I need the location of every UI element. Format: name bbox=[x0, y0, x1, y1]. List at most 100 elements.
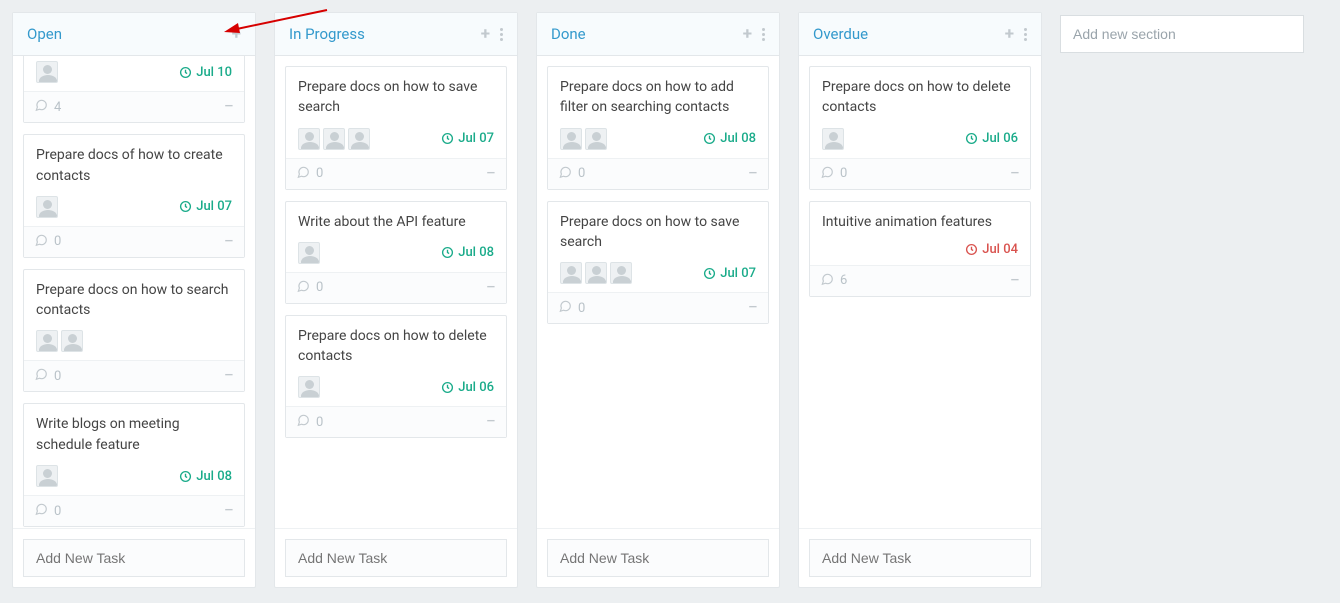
comment-icon[interactable] bbox=[820, 272, 834, 290]
card-title: Prepare docs of how to create contacts bbox=[24, 135, 244, 192]
avatar[interactable] bbox=[560, 262, 582, 284]
comment-icon[interactable] bbox=[296, 165, 310, 183]
add-card-icon[interactable]: + bbox=[743, 27, 752, 41]
column-body[interactable]: Prepare docs on how to delete contacts J… bbox=[799, 56, 1041, 528]
collapse-icon[interactable]: − bbox=[224, 237, 234, 247]
avatar[interactable] bbox=[585, 128, 607, 150]
card-title: Prepare docs on how to add filter on sea… bbox=[548, 67, 768, 124]
column-header: Overdue + bbox=[799, 13, 1041, 56]
card-footer: 0 − bbox=[810, 158, 1030, 189]
avatar[interactable] bbox=[298, 128, 320, 150]
column-menu-icon[interactable] bbox=[762, 28, 765, 41]
task-card[interactable]: Prepare docs on how to delete contacts J… bbox=[809, 66, 1031, 190]
collapse-icon[interactable]: − bbox=[1010, 169, 1020, 179]
avatar-group bbox=[560, 128, 610, 150]
column-header: In Progress + bbox=[275, 13, 517, 56]
comment-icon[interactable] bbox=[558, 299, 572, 317]
collapse-icon[interactable]: − bbox=[486, 417, 496, 427]
task-card[interactable]: Write blogs on meeting schedule feature … bbox=[23, 403, 245, 527]
avatar[interactable] bbox=[36, 196, 58, 218]
column-header: Open + bbox=[13, 13, 255, 56]
task-card[interactable]: Intuitive animation features Jul 04 6 − bbox=[809, 201, 1031, 297]
comment-icon[interactable] bbox=[820, 165, 834, 183]
add-task-input[interactable] bbox=[547, 539, 769, 577]
column-footer bbox=[799, 528, 1041, 587]
avatar[interactable] bbox=[585, 262, 607, 284]
avatar[interactable] bbox=[323, 128, 345, 150]
column-footer bbox=[537, 528, 779, 587]
add-card-icon[interactable]: + bbox=[232, 27, 241, 41]
kanban-column: Overdue + Prepare docs on how to delete … bbox=[798, 12, 1042, 588]
column-title[interactable]: In Progress bbox=[289, 25, 365, 43]
collapse-icon[interactable]: − bbox=[486, 283, 496, 293]
collapse-icon[interactable]: − bbox=[748, 169, 758, 179]
add-section-input[interactable] bbox=[1060, 15, 1304, 53]
collapse-icon[interactable]: − bbox=[224, 371, 234, 381]
task-card[interactable]: extension doc Jul 10 4 − bbox=[23, 56, 245, 123]
kanban-column: In Progress + Prepare docs on how to sav… bbox=[274, 12, 518, 588]
column-title[interactable]: Done bbox=[551, 25, 586, 43]
card-title: Write about the API feature bbox=[286, 202, 506, 238]
due-date: Jul 06 bbox=[965, 131, 1018, 146]
comment-icon[interactable] bbox=[296, 413, 310, 431]
add-task-input[interactable] bbox=[23, 539, 245, 577]
comment-icon[interactable] bbox=[558, 165, 572, 183]
column-footer bbox=[13, 528, 255, 587]
column-title[interactable]: Open bbox=[27, 25, 62, 43]
column-menu-icon[interactable] bbox=[1024, 28, 1027, 41]
collapse-icon[interactable]: − bbox=[224, 506, 234, 516]
card-meta: Jul 06 bbox=[286, 372, 506, 406]
collapse-icon[interactable]: − bbox=[224, 102, 234, 112]
task-card[interactable]: Prepare docs on how to save search Jul 0… bbox=[547, 201, 769, 325]
card-footer: 0 − bbox=[548, 158, 768, 189]
due-date: Jul 06 bbox=[441, 380, 494, 395]
column-footer bbox=[275, 528, 517, 587]
avatar[interactable] bbox=[298, 242, 320, 264]
card-meta: Jul 08 bbox=[548, 124, 768, 158]
avatar-group bbox=[298, 376, 323, 398]
avatar[interactable] bbox=[36, 61, 58, 83]
comment-icon[interactable] bbox=[34, 367, 48, 385]
column-body[interactable]: Prepare docs on how to add filter on sea… bbox=[537, 56, 779, 528]
comment-icon[interactable] bbox=[34, 98, 48, 116]
due-date: Jul 07 bbox=[179, 199, 232, 214]
card-meta bbox=[24, 326, 244, 360]
column-body[interactable]: extension doc Jul 10 4 − Prepare docs of… bbox=[13, 56, 255, 528]
avatar[interactable] bbox=[822, 128, 844, 150]
column-title[interactable]: Overdue bbox=[813, 25, 868, 43]
card-footer: 4 − bbox=[24, 91, 244, 122]
add-task-input[interactable] bbox=[285, 539, 507, 577]
collapse-icon[interactable]: − bbox=[486, 169, 496, 179]
avatar[interactable] bbox=[348, 128, 370, 150]
card-title: Prepare docs on how to save search bbox=[548, 202, 768, 259]
avatar[interactable] bbox=[36, 465, 58, 487]
column-menu-icon[interactable] bbox=[500, 28, 503, 41]
avatar[interactable] bbox=[36, 330, 58, 352]
task-card[interactable]: Prepare docs of how to create contacts J… bbox=[23, 134, 245, 258]
avatar[interactable] bbox=[61, 330, 83, 352]
comment-icon[interactable] bbox=[34, 233, 48, 251]
add-card-icon[interactable]: + bbox=[1005, 27, 1014, 41]
avatar-group bbox=[822, 128, 847, 150]
column-header: Done + bbox=[537, 13, 779, 56]
card-meta: Jul 07 bbox=[24, 192, 244, 226]
task-card[interactable]: Prepare docs on how to delete contacts J… bbox=[285, 315, 507, 439]
task-card[interactable]: Prepare docs on how to add filter on sea… bbox=[547, 66, 769, 190]
comment-icon[interactable] bbox=[296, 279, 310, 297]
column-body[interactable]: Prepare docs on how to save search Jul 0… bbox=[275, 56, 517, 528]
avatar[interactable] bbox=[560, 128, 582, 150]
comment-icon[interactable] bbox=[34, 502, 48, 520]
collapse-icon[interactable]: − bbox=[748, 303, 758, 313]
card-title: Prepare docs on how to search contacts bbox=[24, 270, 244, 327]
task-card[interactable]: Prepare docs on how to save search Jul 0… bbox=[285, 66, 507, 190]
task-card[interactable]: Prepare docs on how to search contacts 0… bbox=[23, 269, 245, 393]
card-footer: 0 − bbox=[548, 292, 768, 323]
add-card-icon[interactable]: + bbox=[481, 27, 490, 41]
avatar-group bbox=[298, 242, 323, 264]
collapse-icon[interactable]: − bbox=[1010, 276, 1020, 286]
add-task-input[interactable] bbox=[809, 539, 1031, 577]
task-card[interactable]: Write about the API feature Jul 08 0 − bbox=[285, 201, 507, 304]
kanban-column: Open + extension doc Jul 10 4 − Prepare … bbox=[12, 12, 256, 588]
avatar[interactable] bbox=[298, 376, 320, 398]
avatar[interactable] bbox=[610, 262, 632, 284]
